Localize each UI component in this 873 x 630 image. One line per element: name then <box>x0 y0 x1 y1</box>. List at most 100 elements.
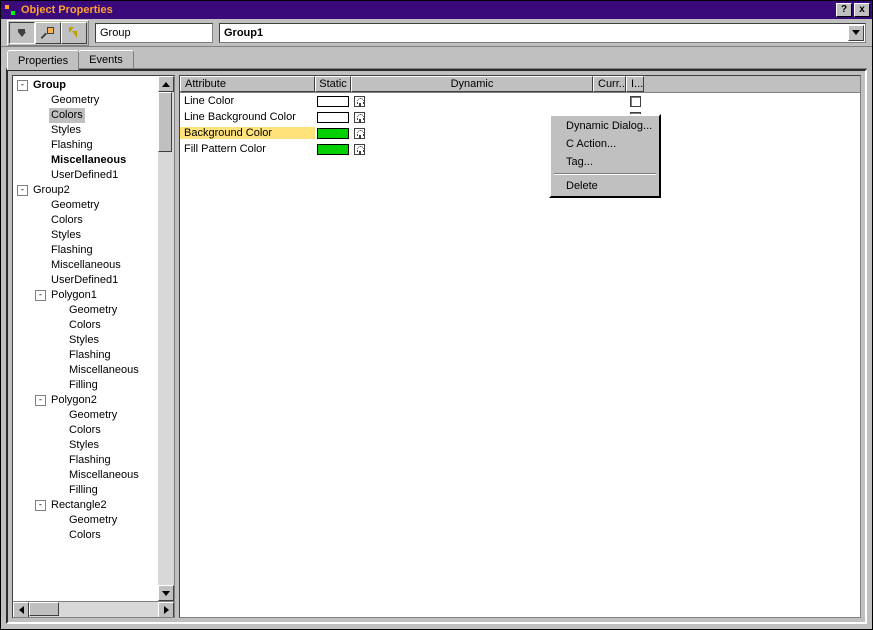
tree-node[interactable]: Flashing <box>15 348 158 363</box>
vscroll-track[interactable] <box>158 92 174 585</box>
dropdown-button[interactable] <box>848 25 864 41</box>
cell-static[interactable] <box>315 112 351 123</box>
color-swatch[interactable] <box>317 112 349 123</box>
attribute-grid-panel: Attribute Static Dynamic Curr... I... Li… <box>179 75 861 618</box>
object-properties-window: Object Properties ? x Group Group1 Prope… <box>0 0 873 630</box>
tree-node[interactable]: UserDefined1 <box>15 273 158 288</box>
scroll-right-button[interactable] <box>158 602 174 618</box>
tree-toggle[interactable]: - <box>35 395 46 406</box>
pin-button[interactable] <box>9 22 35 44</box>
cell-static[interactable] <box>315 96 351 107</box>
menu-item[interactable]: C Action... <box>552 135 658 153</box>
cell-static[interactable] <box>315 128 351 139</box>
menu-item[interactable]: Delete <box>552 177 658 195</box>
cell-static[interactable] <box>315 144 351 155</box>
tree-node-label: Styles <box>49 123 83 138</box>
help-button[interactable]: ? <box>836 3 852 17</box>
tree-node[interactable]: Flashing <box>15 453 158 468</box>
tree-node-label: Flashing <box>67 453 113 468</box>
titlebar[interactable]: Object Properties ? x <box>1 1 872 19</box>
tree-node[interactable]: Geometry <box>15 198 158 213</box>
color-swatch[interactable] <box>317 144 349 155</box>
scroll-up-button[interactable] <box>158 76 174 92</box>
tree-node[interactable]: Styles <box>15 228 158 243</box>
toolbar-button-group <box>7 20 89 46</box>
tree-node[interactable]: Miscellaneous <box>15 258 158 273</box>
tree-node[interactable]: Geometry <box>15 513 158 528</box>
grid-row[interactable]: Line Color <box>180 93 860 109</box>
vscroll-thumb[interactable] <box>158 92 172 152</box>
tree-node[interactable]: Miscellaneous <box>15 363 158 378</box>
menu-item[interactable]: Tag... <box>552 153 658 171</box>
bulb-icon <box>354 96 365 107</box>
tree-toggle[interactable]: - <box>35 290 46 301</box>
tree-node[interactable]: Colors <box>15 213 158 228</box>
tree-node[interactable]: -Polygon2 <box>15 393 158 408</box>
tab-properties[interactable]: Properties <box>7 50 79 70</box>
tree-node[interactable]: Colors <box>15 108 158 123</box>
tab-events[interactable]: Events <box>78 50 134 69</box>
object-type-select[interactable]: Group <box>95 23 213 43</box>
apply-dynamic-button[interactable] <box>61 22 87 44</box>
cell-indirect[interactable] <box>626 96 644 107</box>
close-button[interactable]: x <box>854 3 870 17</box>
tree-node[interactable]: Miscellaneous <box>15 153 158 168</box>
menu-item[interactable]: Dynamic Dialog... <box>552 117 658 135</box>
tree-node[interactable]: Styles <box>15 438 158 453</box>
col-static[interactable]: Static <box>315 76 351 92</box>
col-attribute[interactable]: Attribute <box>180 76 315 92</box>
tree-vscrollbar[interactable] <box>158 76 174 601</box>
cell-dynamic[interactable] <box>351 96 593 107</box>
tree-node[interactable]: -Rectangle2 <box>15 498 158 513</box>
tree-node[interactable]: Filling <box>15 378 158 393</box>
tree-node-label: Styles <box>67 333 101 348</box>
tree-node[interactable]: Colors <box>15 423 158 438</box>
tree-node-label: Colors <box>67 528 103 543</box>
tree-node[interactable]: Geometry <box>15 303 158 318</box>
tree-node-label: Geometry <box>49 93 101 108</box>
color-swatch[interactable] <box>317 96 349 107</box>
tree-node[interactable]: Miscellaneous <box>15 468 158 483</box>
app-icon <box>3 3 17 17</box>
color-swatch[interactable] <box>317 128 349 139</box>
tree-node-label: Flashing <box>49 243 95 258</box>
hscroll-track[interactable] <box>29 602 158 617</box>
object-tree[interactable]: -GroupGeometryColorsStylesFlashingMiscel… <box>13 76 158 601</box>
checkbox[interactable] <box>630 96 641 107</box>
window-title: Object Properties <box>21 4 836 16</box>
grid-row[interactable]: Background Color <box>180 125 860 141</box>
tree-node[interactable]: -Polygon1 <box>15 288 158 303</box>
bulb-icon <box>354 144 365 155</box>
triangle-right-icon <box>164 606 169 614</box>
tree-toggle[interactable]: - <box>17 80 28 91</box>
tree-node-label: Miscellaneous <box>67 468 141 483</box>
tree-node[interactable]: Colors <box>15 318 158 333</box>
tree-node-label: Flashing <box>49 138 95 153</box>
tree-node[interactable]: Colors <box>15 528 158 543</box>
object-name-select[interactable]: Group1 <box>219 23 866 43</box>
col-indirect[interactable]: I... <box>626 76 644 92</box>
col-current[interactable]: Curr... <box>593 76 626 92</box>
tree-node[interactable]: Filling <box>15 483 158 498</box>
tree-node[interactable]: Flashing <box>15 243 158 258</box>
tree-node[interactable]: Flashing <box>15 138 158 153</box>
dynamic-context-menu[interactable]: Dynamic Dialog...C Action...Tag... Delete <box>549 114 661 198</box>
tree-node[interactable]: Geometry <box>15 93 158 108</box>
grid-row[interactable]: Fill Pattern Color <box>180 141 860 157</box>
scroll-left-button[interactable] <box>13 602 29 618</box>
object-type-value: Group <box>100 27 131 39</box>
tree-node[interactable]: -Group <box>15 78 158 93</box>
tree-node[interactable]: Styles <box>15 333 158 348</box>
tree-toggle[interactable]: - <box>35 500 46 511</box>
tree-node[interactable]: -Group2 <box>15 183 158 198</box>
tree-node-label: Geometry <box>67 408 119 423</box>
scroll-down-button[interactable] <box>158 585 174 601</box>
col-dynamic[interactable]: Dynamic <box>351 76 593 92</box>
tree-toggle[interactable]: - <box>17 185 28 196</box>
tree-node[interactable]: UserDefined1 <box>15 168 158 183</box>
grid-row[interactable]: Line Background Color <box>180 109 860 125</box>
hscroll-thumb[interactable] <box>29 602 59 616</box>
eyedropper-button[interactable] <box>35 22 61 44</box>
tree-node[interactable]: Styles <box>15 123 158 138</box>
tree-node[interactable]: Geometry <box>15 408 158 423</box>
